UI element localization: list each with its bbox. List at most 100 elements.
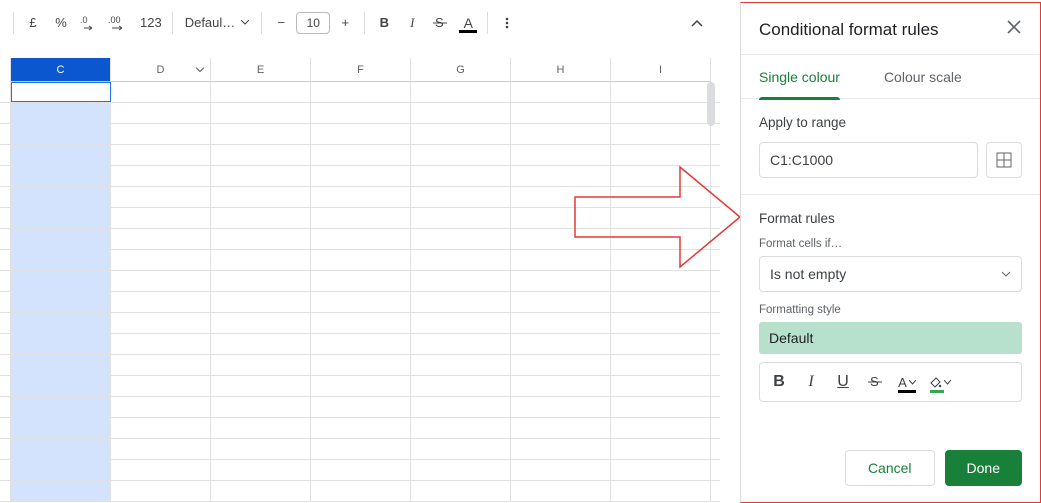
cell[interactable] — [11, 376, 111, 396]
cell[interactable] — [211, 418, 311, 438]
cell[interactable] — [211, 208, 311, 228]
cell[interactable] — [311, 418, 411, 438]
cell[interactable] — [211, 82, 311, 102]
cell[interactable] — [411, 229, 511, 249]
cell[interactable] — [311, 124, 411, 144]
cell[interactable] — [211, 313, 311, 333]
cell[interactable] — [211, 355, 311, 375]
cell[interactable] — [11, 292, 111, 312]
cell[interactable] — [611, 208, 711, 228]
select-range-button[interactable] — [986, 142, 1022, 178]
cell[interactable] — [11, 334, 111, 354]
cell[interactable] — [411, 334, 511, 354]
cell[interactable] — [411, 313, 511, 333]
cell[interactable] — [311, 460, 411, 480]
cell[interactable] — [511, 229, 611, 249]
cell[interactable] — [111, 355, 211, 375]
underline-button[interactable]: U — [828, 367, 858, 397]
cell[interactable] — [211, 271, 311, 291]
cell[interactable] — [411, 460, 511, 480]
cell[interactable] — [111, 271, 211, 291]
style-preview[interactable]: Default — [759, 322, 1022, 354]
spreadsheet-grid[interactable]: C D E F G H I — [0, 58, 720, 502]
cell[interactable] — [111, 208, 211, 228]
cell[interactable] — [211, 229, 311, 249]
increase-decimal-button[interactable]: .00 — [104, 10, 134, 36]
col-header-C[interactable]: C — [11, 58, 111, 82]
cell[interactable] — [11, 229, 111, 249]
cell[interactable] — [611, 376, 711, 396]
chevron-down-icon[interactable] — [196, 67, 204, 72]
cell[interactable] — [11, 82, 111, 102]
cell[interactable] — [611, 334, 711, 354]
cell[interactable] — [611, 460, 711, 480]
cell[interactable] — [411, 292, 511, 312]
cell[interactable] — [211, 187, 311, 207]
cell[interactable] — [11, 103, 111, 123]
table-row[interactable] — [0, 334, 720, 355]
cell[interactable] — [611, 481, 711, 501]
cell[interactable] — [511, 145, 611, 165]
cell[interactable] — [111, 334, 211, 354]
cell[interactable] — [111, 313, 211, 333]
done-button[interactable]: Done — [945, 450, 1022, 486]
cell[interactable] — [511, 418, 611, 438]
cell[interactable] — [11, 124, 111, 144]
table-row[interactable] — [0, 397, 720, 418]
percent-button[interactable]: % — [48, 10, 74, 36]
cell[interactable] — [611, 187, 711, 207]
cell[interactable] — [311, 271, 411, 291]
table-row[interactable] — [0, 187, 720, 208]
cell[interactable] — [611, 229, 711, 249]
strike-button[interactable]: S — [427, 10, 453, 36]
cell[interactable] — [11, 418, 111, 438]
cell[interactable] — [511, 292, 611, 312]
cell[interactable] — [511, 187, 611, 207]
cell[interactable] — [311, 313, 411, 333]
cell[interactable] — [511, 355, 611, 375]
cell[interactable] — [111, 460, 211, 480]
cell[interactable] — [611, 292, 711, 312]
cell[interactable] — [111, 145, 211, 165]
cancel-button[interactable]: Cancel — [845, 450, 935, 486]
cell[interactable] — [511, 376, 611, 396]
cell[interactable] — [211, 250, 311, 270]
cell[interactable] — [611, 271, 711, 291]
table-row[interactable] — [0, 229, 720, 250]
cell[interactable] — [11, 145, 111, 165]
cell[interactable] — [211, 124, 311, 144]
cell[interactable] — [611, 124, 711, 144]
cell[interactable] — [411, 271, 511, 291]
cell[interactable] — [611, 103, 711, 123]
cell[interactable] — [411, 166, 511, 186]
cell[interactable] — [311, 292, 411, 312]
cell[interactable] — [11, 187, 111, 207]
more-formats-button[interactable]: 123 — [136, 10, 166, 36]
cell[interactable] — [411, 187, 511, 207]
table-row[interactable] — [0, 271, 720, 292]
cell[interactable] — [511, 460, 611, 480]
col-header-E[interactable]: E — [211, 58, 311, 82]
font-size-decrease[interactable]: − — [268, 10, 294, 36]
table-row[interactable] — [0, 292, 720, 313]
cell[interactable] — [311, 355, 411, 375]
cell[interactable] — [111, 481, 211, 501]
cell[interactable] — [11, 166, 111, 186]
table-row[interactable] — [0, 313, 720, 334]
table-row[interactable] — [0, 439, 720, 460]
text-color-button[interactable]: A — [455, 10, 481, 36]
cell[interactable] — [411, 250, 511, 270]
table-row[interactable] — [0, 355, 720, 376]
cell[interactable] — [11, 460, 111, 480]
cell[interactable] — [11, 271, 111, 291]
cell[interactable] — [111, 397, 211, 417]
cell[interactable] — [511, 397, 611, 417]
table-row[interactable] — [0, 460, 720, 481]
cell[interactable] — [411, 439, 511, 459]
cell[interactable] — [511, 82, 611, 102]
cell[interactable] — [111, 124, 211, 144]
currency-button[interactable]: £ — [20, 10, 46, 36]
text-color-button[interactable]: A — [892, 367, 922, 397]
cell[interactable] — [111, 103, 211, 123]
more-toolbar-button[interactable] — [494, 10, 520, 36]
